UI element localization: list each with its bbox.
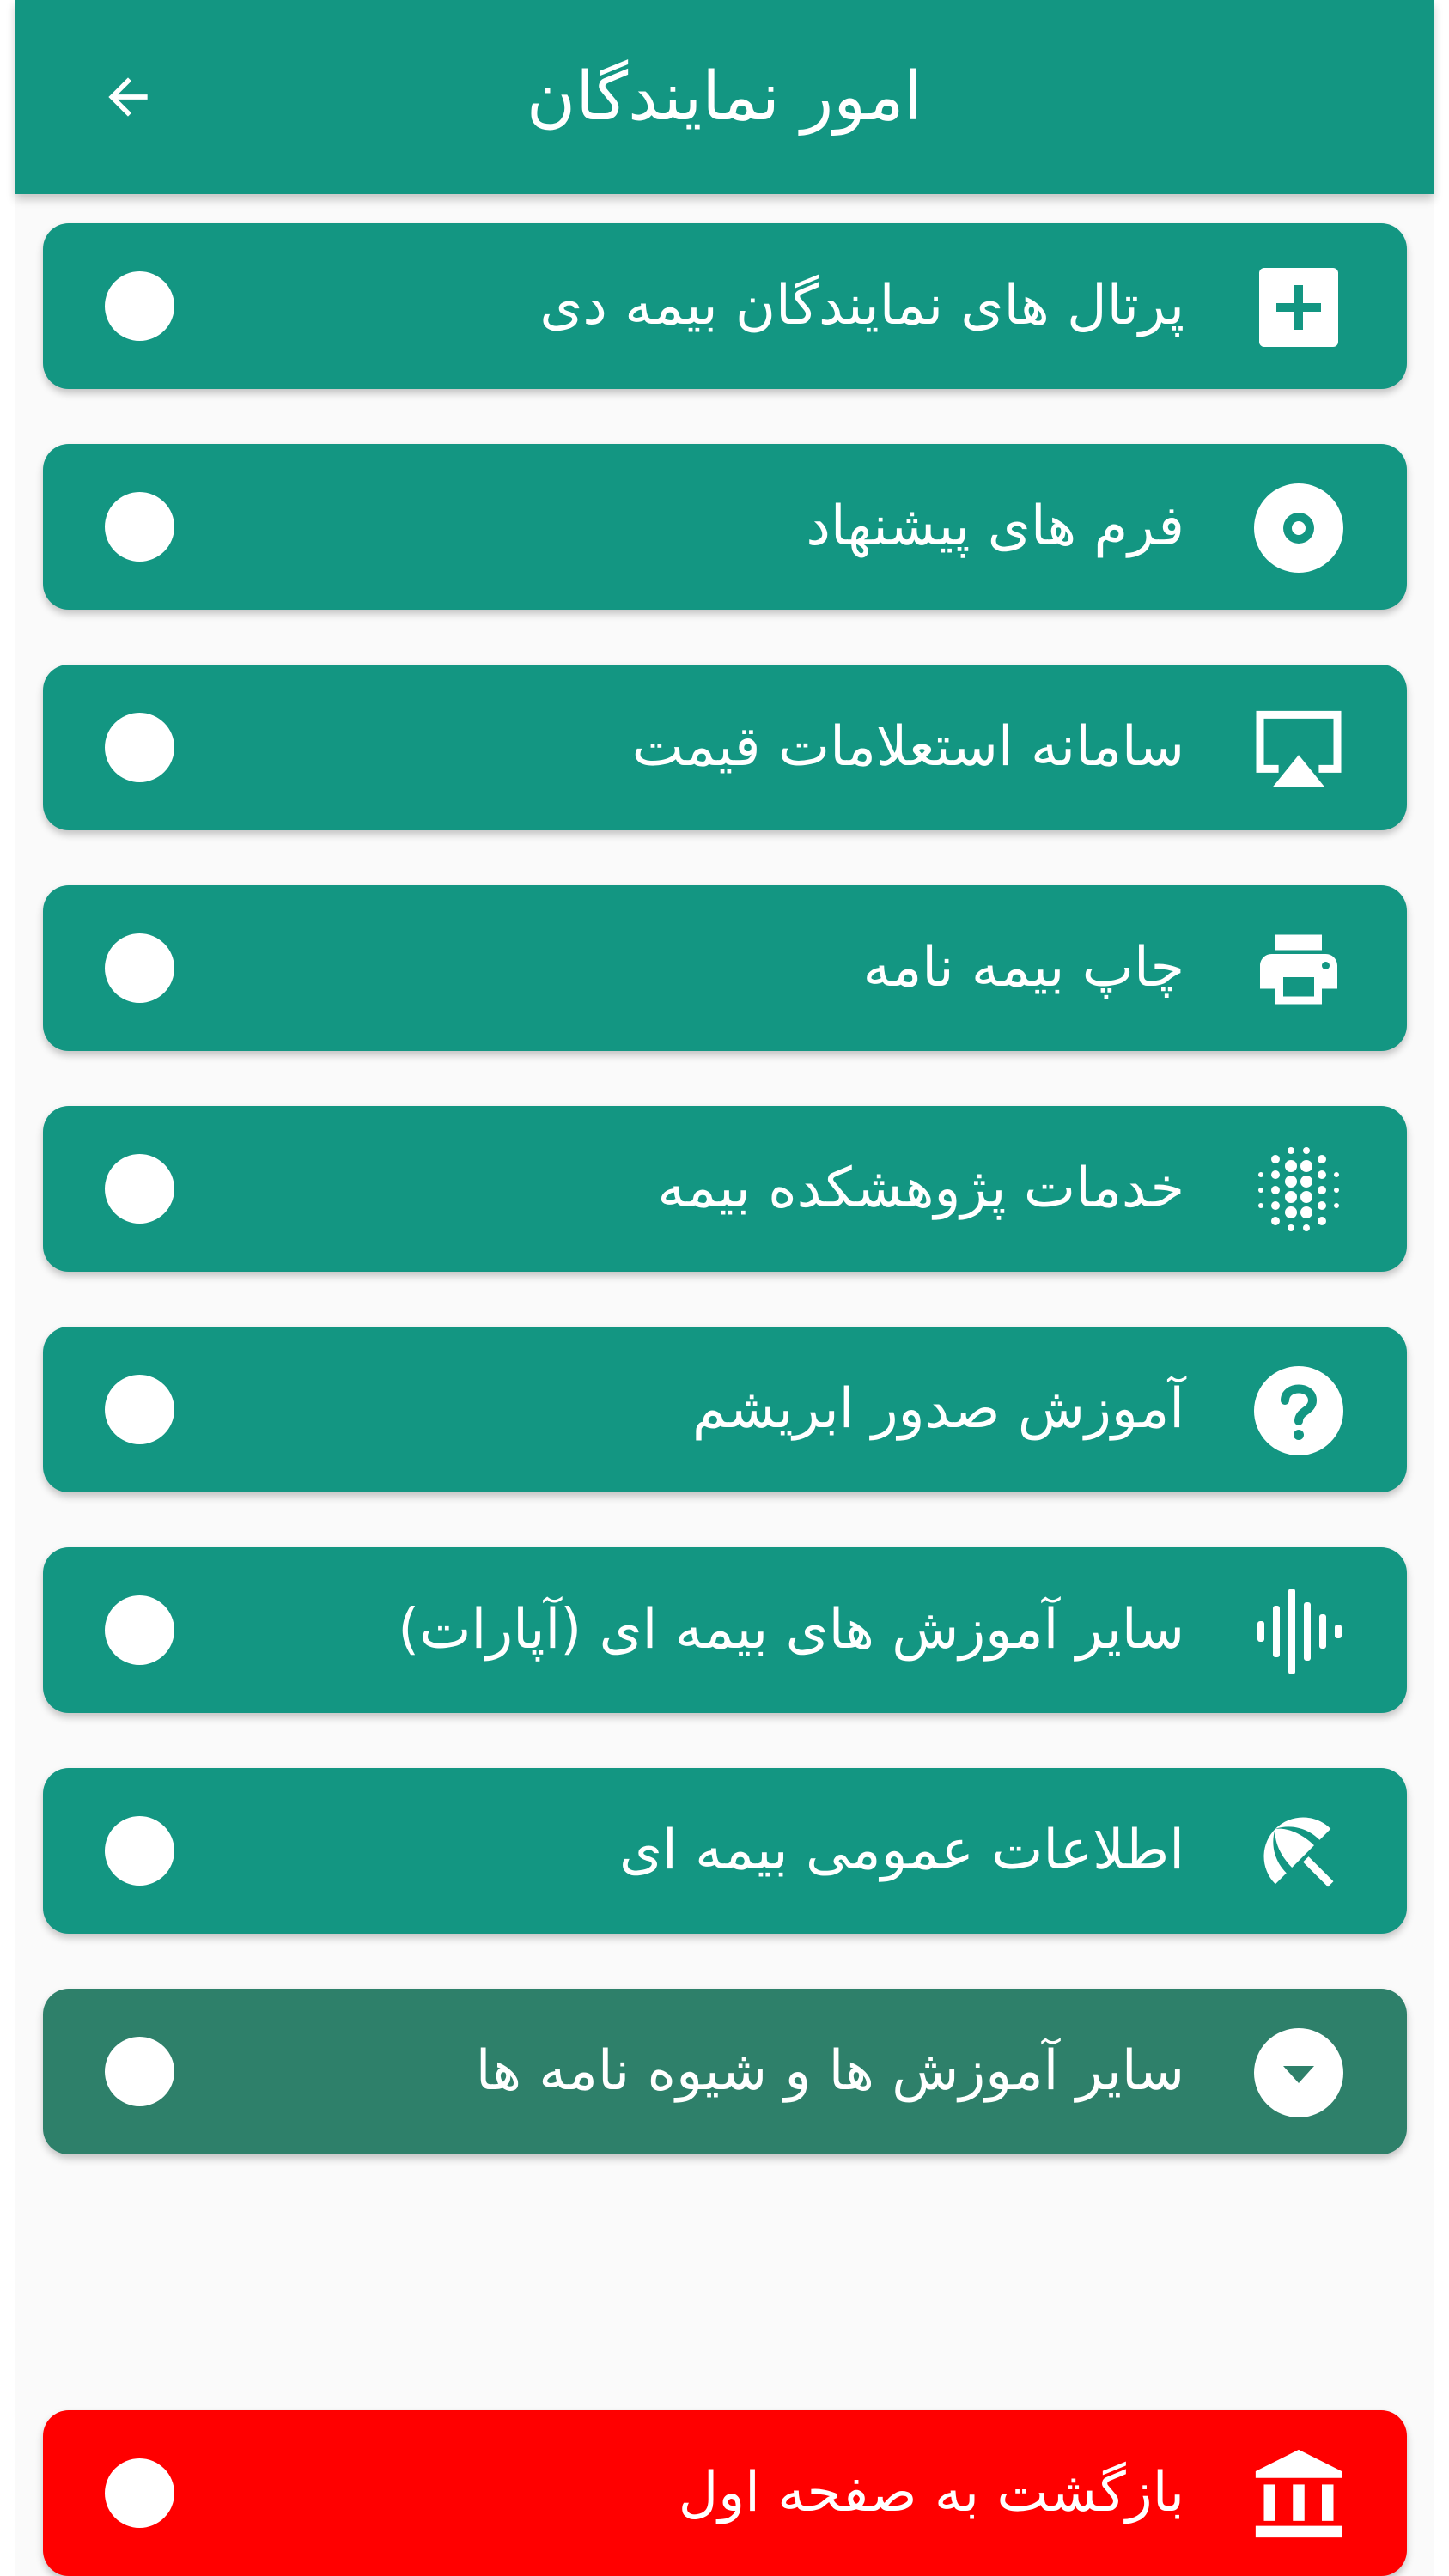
left-edge-strip <box>0 0 15 2576</box>
radio-button[interactable] <box>105 1154 174 1224</box>
menu-item-general-info[interactable]: اطلاعات عمومی بیمه ای <box>43 1768 1407 1934</box>
radio-button[interactable] <box>105 2458 174 2528</box>
menu-item-label: سامانه استعلامات قیمت <box>631 715 1184 779</box>
menu-item-label: پرتال های نمایندگان بیمه دی <box>539 274 1184 337</box>
radio-button[interactable] <box>105 271 174 341</box>
menu-item-label: اطلاعات عمومی بیمه ای <box>618 1819 1184 1882</box>
menu-item-label: سایر آموزش های بیمه ای (آپارات) <box>398 1598 1184 1662</box>
menu-item-price-inquiry[interactable]: سامانه استعلامات قیمت <box>43 665 1407 830</box>
menu-item-other-guidelines[interactable]: سایر آموزش ها و شیوه نامه ها <box>43 1989 1407 2154</box>
beach-umbrella-icon <box>1252 1806 1345 1899</box>
right-edge-strip <box>1434 0 1449 2576</box>
airplay-icon <box>1252 702 1345 795</box>
menu-item-label: چاپ بیمه نامه <box>862 936 1184 999</box>
app-bar: امور نمایندگان <box>15 0 1434 194</box>
dot-grid-icon <box>1252 1144 1345 1236</box>
menu-item-aparat-training[interactable]: سایر آموزش های بیمه ای (آپارات) <box>43 1547 1407 1713</box>
menu-item-silk-training[interactable]: آموزش صدور ابریشم <box>43 1327 1407 1492</box>
radio-button[interactable] <box>105 2037 174 2106</box>
menu-item-label: خدمات پژوهشکده بیمه <box>657 1157 1184 1220</box>
menu-item-label: فرم های پیشنهاد <box>806 495 1184 558</box>
audio-wave-icon <box>1252 1585 1345 1678</box>
radio-button[interactable] <box>105 933 174 1003</box>
bank-icon <box>1252 2448 1345 2541</box>
help-circle-icon <box>1252 1364 1345 1457</box>
disc-icon <box>1252 482 1345 574</box>
menu-item-proposal-forms[interactable]: فرم های پیشنهاد <box>43 444 1407 610</box>
radio-button[interactable] <box>105 713 174 782</box>
chevron-down-circle-icon <box>1252 2026 1345 2119</box>
menu-item-research-services[interactable]: خدمات پژوهشکده بیمه <box>43 1106 1407 1272</box>
radio-button[interactable] <box>105 1816 174 1886</box>
menu-item-label: آموزش صدور ابریشم <box>692 1377 1184 1441</box>
radio-button[interactable] <box>105 492 174 562</box>
menu-item-agent-portals[interactable]: پرتال های نمایندگان بیمه دی <box>43 223 1407 389</box>
page-title: امور نمایندگان <box>526 58 923 136</box>
back-to-home-label: بازگشت به صفحه اول <box>678 2461 1184 2524</box>
printer-icon <box>1252 923 1345 1016</box>
menu-item-print-policy[interactable]: چاپ بیمه نامه <box>43 885 1407 1051</box>
back-to-home-button[interactable]: بازگشت به صفحه اول <box>43 2410 1407 2576</box>
radio-button[interactable] <box>105 1375 174 1444</box>
menu-item-label: سایر آموزش ها و شیوه نامه ها <box>475 2039 1184 2103</box>
plus-box-icon <box>1252 261 1345 354</box>
radio-button[interactable] <box>105 1595 174 1665</box>
